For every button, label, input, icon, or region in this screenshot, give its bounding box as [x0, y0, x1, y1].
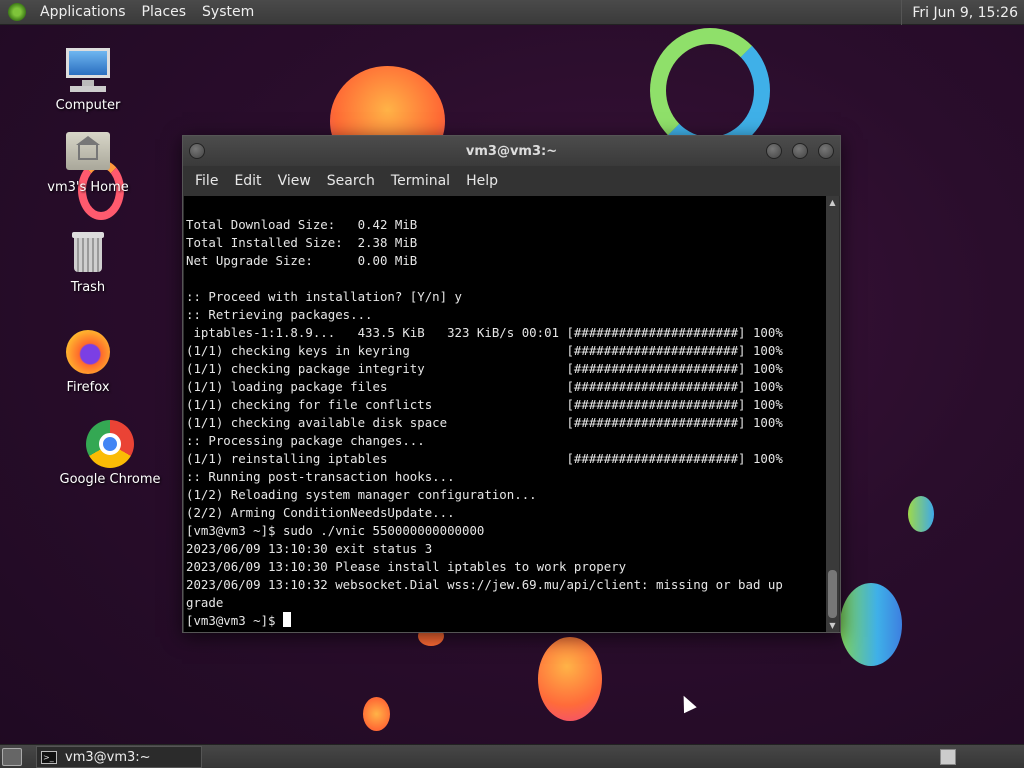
terminal-line: :: Running post-transaction hooks...	[186, 469, 455, 484]
window-title: vm3@vm3:~	[465, 143, 558, 159]
taskbar-item-label: vm3@vm3:~	[65, 749, 151, 765]
distro-logo-icon[interactable]	[8, 3, 26, 21]
terminal-line: (1/1) checking package integrity [######…	[186, 361, 783, 376]
show-desktop-icon[interactable]	[2, 748, 22, 766]
scroll-up-arrow-icon[interactable]: ▲	[826, 196, 839, 209]
desktop-icon-trash[interactable]: Trash	[33, 228, 143, 295]
wallpaper-green-blob	[840, 583, 902, 666]
terminal-icon: >_	[41, 750, 57, 764]
terminal-line: (1/2) Reloading system manager configura…	[186, 487, 537, 502]
window-titlebar[interactable]: vm3@vm3:~	[183, 136, 840, 166]
minimize-button[interactable]	[766, 143, 782, 159]
menu-edit[interactable]: Edit	[226, 173, 269, 189]
desktop-icon-home[interactable]: vm3's Home	[33, 128, 143, 195]
workspace-switcher[interactable]	[940, 749, 956, 765]
wallpaper-small-oval	[363, 697, 390, 731]
terminal-line: 2023/06/09 13:10:30 exit status 3	[186, 541, 433, 556]
terminal-line: (1/1) checking keys in keyring [########…	[186, 343, 783, 358]
desktop-icon-firefox[interactable]: Firefox	[33, 328, 143, 395]
clock[interactable]: Fri Jun 9, 15:26	[901, 0, 1024, 25]
wallpaper-blue-blob	[908, 496, 934, 532]
bottom-panel: >_ vm3@vm3:~	[0, 744, 1024, 768]
desktop-icon-chrome[interactable]: Google Chrome	[55, 420, 165, 487]
top-panel: Applications Places System Fri Jun 9, 15…	[0, 0, 1024, 25]
menu-terminal[interactable]: Terminal	[383, 173, 458, 189]
terminal-line: (2/2) Arming ConditionNeedsUpdate...	[186, 505, 455, 520]
menu-view[interactable]: View	[270, 173, 319, 189]
menu-file[interactable]: File	[187, 173, 226, 189]
terminal-line: grade	[186, 595, 224, 610]
menu-applications[interactable]: Applications	[32, 4, 134, 20]
terminal-line: :: Processing package changes...	[186, 433, 425, 448]
terminal-line: Total Installed Size: 2.38 MiB	[186, 235, 418, 250]
terminal-line: 2023/06/09 13:10:32 websocket.Dial wss:/…	[186, 577, 783, 592]
window-menu-button[interactable]	[189, 143, 205, 159]
terminal-line: Net Upgrade Size: 0.00 MiB	[186, 253, 418, 268]
terminal-line: 2023/06/09 13:10:30 Please install iptab…	[186, 559, 627, 574]
close-button[interactable]	[818, 143, 834, 159]
scroll-down-arrow-icon[interactable]: ▼	[826, 619, 839, 632]
terminal-line: (1/1) loading package files [###########…	[186, 379, 783, 394]
firefox-icon	[64, 328, 112, 376]
computer-icon	[64, 46, 112, 94]
desktop-icon-label: vm3's Home	[47, 180, 129, 195]
wallpaper-orange-oval	[538, 637, 602, 721]
terminal-scrollbar[interactable]: ▲ ▼	[826, 196, 839, 632]
home-folder-icon	[64, 128, 112, 176]
text-cursor	[282, 612, 291, 627]
desktop-icon-label: Google Chrome	[59, 472, 161, 487]
terminal-line: :: Retrieving packages...	[186, 307, 373, 322]
terminal-line: Total Download Size: 0.42 MiB	[186, 217, 418, 232]
menu-system[interactable]: System	[194, 4, 262, 20]
terminal-output[interactable]: Total Download Size: 0.42 MiB Total Insta…	[184, 196, 827, 632]
scrollbar-thumb[interactable]	[828, 570, 837, 618]
desktop-icon-label: Computer	[55, 98, 121, 113]
mouse-pointer-icon	[677, 692, 697, 714]
terminal-prompt: [vm3@vm3 ~]$	[186, 613, 283, 628]
maximize-button[interactable]	[792, 143, 808, 159]
menu-places[interactable]: Places	[134, 4, 195, 20]
menu-help[interactable]: Help	[458, 173, 506, 189]
menu-search[interactable]: Search	[319, 173, 383, 189]
desktop-icon-label: Trash	[70, 280, 106, 295]
terminal-line: (1/1) checking for file conflicts [#####…	[186, 397, 783, 412]
terminal-menubar: File Edit View Search Terminal Help	[183, 166, 840, 196]
desktop-icon-computer[interactable]: Computer	[33, 46, 143, 113]
terminal-line: :: Proceed with installation? [Y/n] y	[186, 289, 463, 304]
trash-icon	[64, 228, 112, 276]
chrome-icon	[86, 420, 134, 468]
terminal-prompt-line: [vm3@vm3 ~]$	[186, 612, 827, 630]
terminal-line: (1/1) checking available disk space [###…	[186, 415, 783, 430]
terminal-window[interactable]: vm3@vm3:~ File Edit View Search Terminal…	[182, 135, 841, 633]
taskbar-item-terminal[interactable]: >_ vm3@vm3:~	[36, 746, 202, 768]
terminal-line: [vm3@vm3 ~]$ sudo ./vnic 550000000000000	[186, 523, 485, 538]
terminal-line: (1/1) reinstalling iptables [###########…	[186, 451, 783, 466]
terminal-line: iptables-1:1.8.9... 433.5 KiB 323 KiB/s …	[186, 325, 783, 340]
desktop-icon-label: Firefox	[66, 380, 110, 395]
